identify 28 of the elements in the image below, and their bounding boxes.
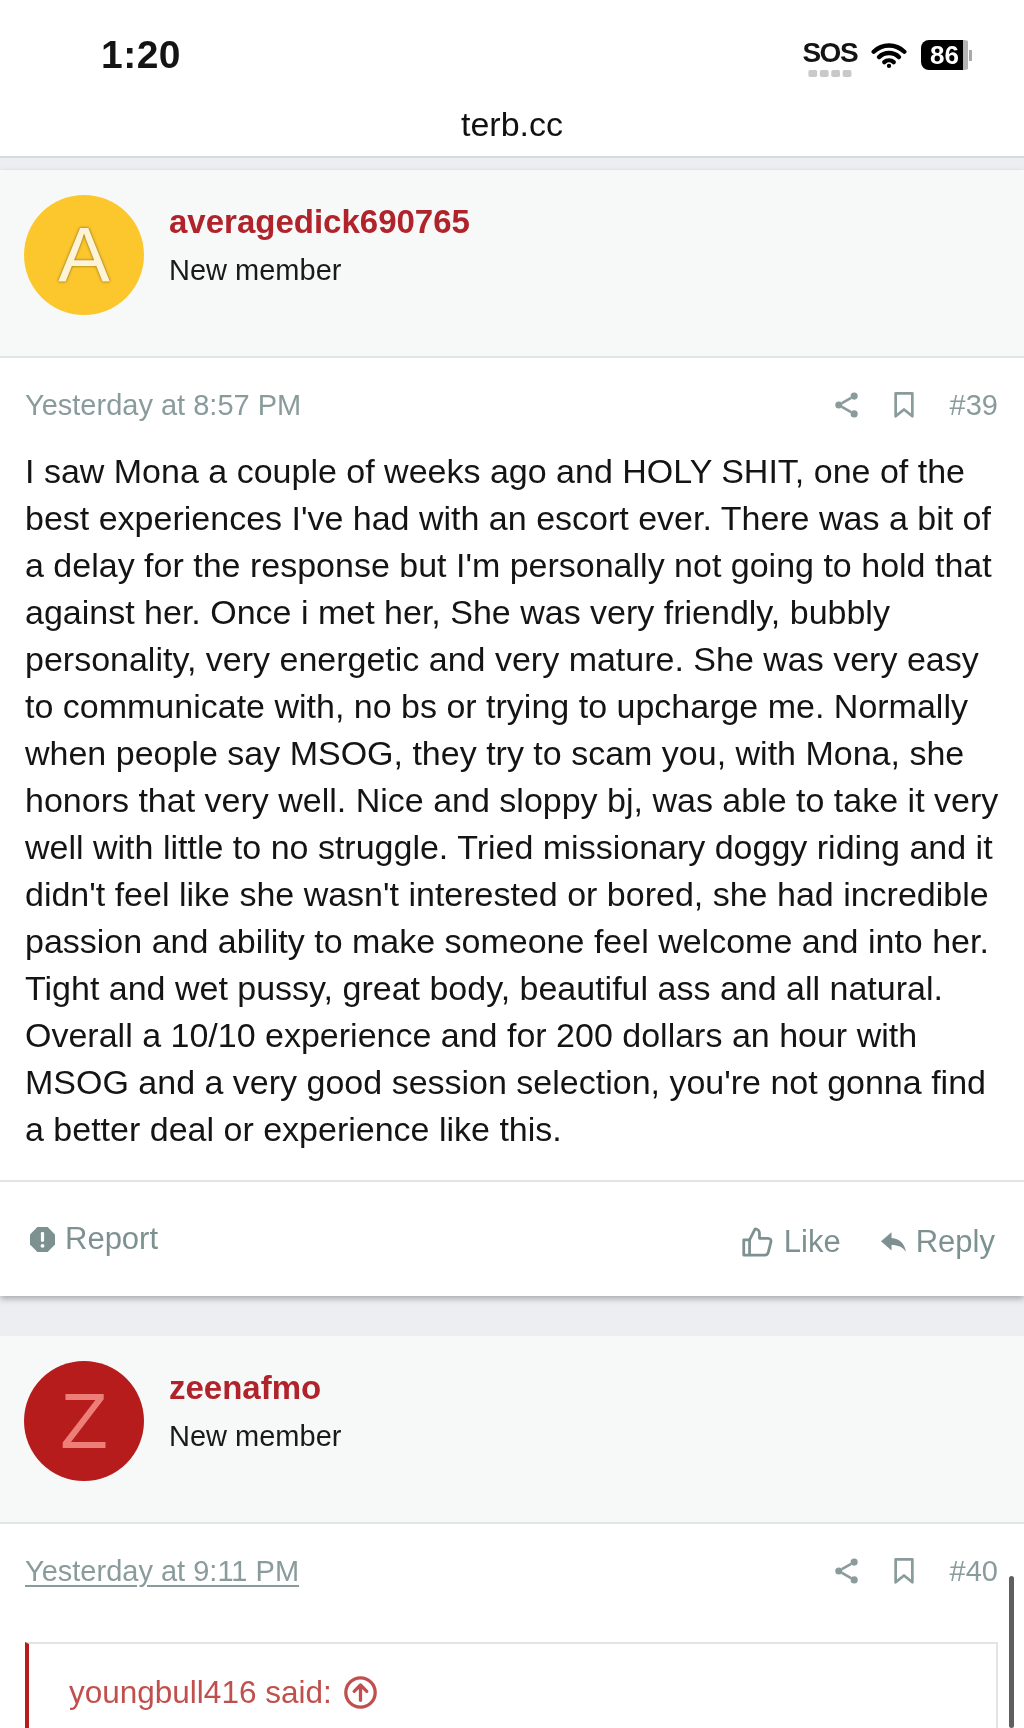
clock-time: 1:20 — [101, 33, 182, 77]
signal-dots-icon — [807, 70, 852, 77]
report-button[interactable]: Report — [30, 1221, 159, 1257]
thumbs-up-icon — [741, 1226, 774, 1258]
arrow-up-circle-icon — [343, 1675, 377, 1709]
reply-arrow-icon — [880, 1232, 906, 1252]
share-icon — [834, 392, 858, 418]
post-body-text: I saw Mona a couple of weeks ago and HOLY SHIT, one of the best experiences I've had with an escort ever. There was a bit of a delay for the response but I'm personally not going to hold that against her. Once i met her, She was very friendly, bubbly personality, very energetic and very mature. She was very easy to communicate with, no bs or trying to upcharge me. Normally when people say MSOG, they try to scam you, with Mona, she honors that very well. Nice and sloppy bj, was able to take it very well with little to no struggle. Tried missionary doggy riding and it didn't feel like she wasn't interested or bored, she had incredible passion and ability to make someone feel welcome and into her. Tight and wet pussy, great body, beautiful ass and all natural. Overall a 10/10 experience and for 200 dollars an hour with MSOG and a very good session selection, you're not gonna find a better deal or experience like this. — [24, 451, 1000, 1150]
bookmark-icon — [893, 1557, 914, 1585]
user-title: New member — [169, 253, 342, 288]
like-button[interactable]: Like — [741, 1224, 841, 1260]
post-date-link[interactable]: Yesterday at 8:57 PM — [25, 387, 302, 423]
post-date-link[interactable]: Yesterday at 9:11 PM — [25, 1553, 300, 1589]
username-link[interactable]: zeenafmo — [169, 1368, 322, 1408]
alert-icon — [30, 1226, 55, 1252]
user-title: New member — [169, 1419, 342, 1454]
reply-button[interactable]: Reply — [880, 1224, 995, 1260]
username-link[interactable]: averagedick690765 — [169, 202, 470, 242]
post-number-link[interactable]: #40 — [949, 1553, 998, 1589]
wifi-icon — [871, 42, 908, 68]
post-number-link[interactable]: #39 — [949, 387, 998, 423]
battery-indicator: 86 — [921, 40, 972, 70]
sos-label: SOS — [802, 39, 858, 67]
bookmark-icon — [893, 391, 914, 419]
avatar[interactable]: Z — [24, 1361, 144, 1481]
share-icon — [834, 1558, 858, 1584]
quote-author-link[interactable]: youngbull416 said: — [69, 1672, 377, 1712]
url-text[interactable]: terb.cc — [460, 104, 563, 144]
